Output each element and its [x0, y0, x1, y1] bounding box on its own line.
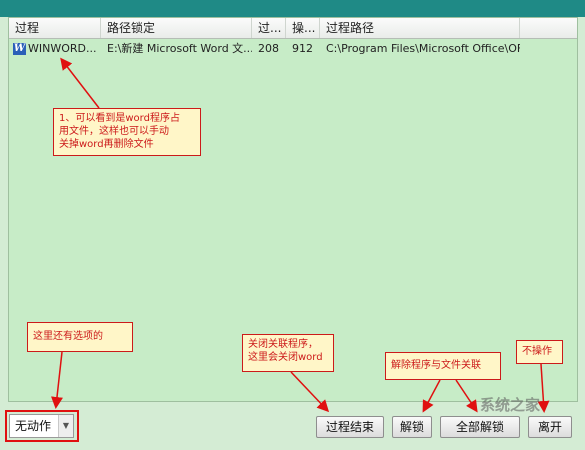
unlock-button[interactable]: 解锁: [392, 416, 432, 438]
note-close-program: 关闭关联程序， 这里会关闭word: [242, 334, 334, 372]
note-line: 关掉word再删除文件: [59, 139, 154, 150]
annotation-arrows: [51, 57, 550, 413]
note-line: 关闭关联程序，: [248, 339, 318, 350]
note-line: 这里会关闭word: [248, 352, 323, 363]
note-unlock: 解除程序与文件关联: [385, 352, 501, 380]
note-options: 这里还有选项的: [27, 322, 133, 352]
leave-button[interactable]: 离开: [528, 416, 572, 438]
end-process-button[interactable]: 过程结束: [316, 416, 384, 438]
note-line: 1、可以看到是word程序占: [59, 113, 180, 124]
action-select[interactable]: 无动作 ▼: [9, 414, 74, 438]
unlock-all-button[interactable]: 全部解锁: [440, 416, 520, 438]
action-select-value: 无动作: [15, 419, 52, 433]
note-no-action: 不操作: [516, 340, 563, 364]
note-line: 用文件，这样也可以手动: [59, 126, 169, 137]
chevron-down-icon[interactable]: ▼: [58, 415, 73, 437]
watermark-logo: 系统之家: [480, 396, 541, 414]
note-word-process: 1、可以看到是word程序占 用文件，这样也可以手动 关掉word再删除文件: [53, 108, 201, 156]
